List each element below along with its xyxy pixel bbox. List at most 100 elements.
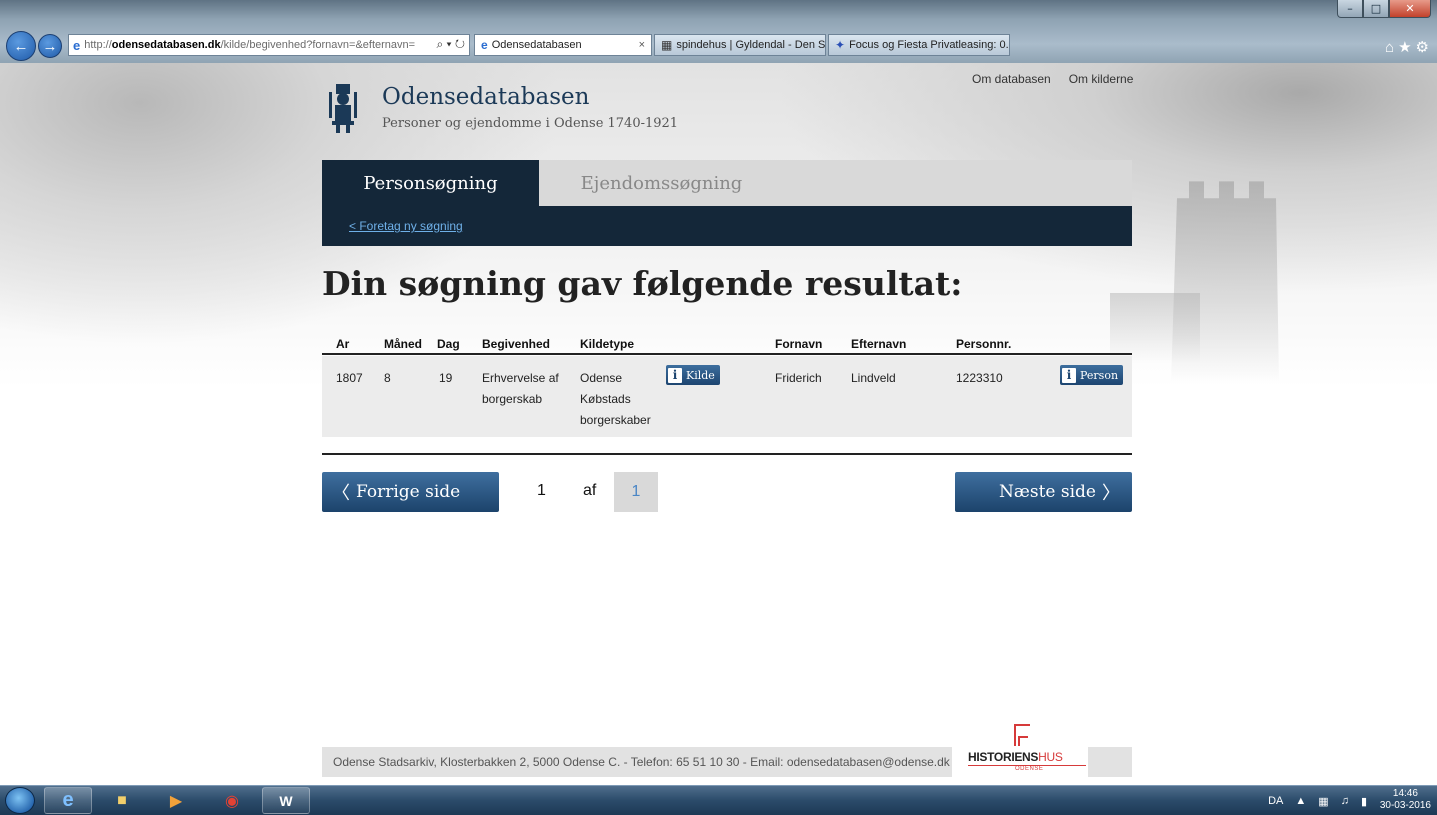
total-pages-number[interactable]: 1 bbox=[614, 472, 658, 512]
wordmark-part-2: HUS bbox=[1038, 750, 1063, 764]
kildetype-line: Købstads bbox=[580, 392, 631, 406]
browser-tab-focus-fiesta[interactable]: ✦ Focus og Fiesta Privatleasing: 0... bbox=[828, 34, 1010, 56]
header-personnr: Personnr. bbox=[956, 337, 1012, 351]
address-bar[interactable]: e http:// odensedatabasen.dk /kilde/begi… bbox=[68, 34, 470, 56]
taskbar-media-player[interactable]: ▶ bbox=[152, 787, 200, 814]
clock-date: 30-03-2016 bbox=[1379, 800, 1431, 811]
header-kildetype: Kildetype bbox=[580, 337, 635, 351]
link-om-databasen[interactable]: Om databasen bbox=[972, 72, 1051, 86]
person-button-label: Person bbox=[1080, 368, 1119, 382]
top-links: Om databasen Om kilderne bbox=[972, 72, 1133, 86]
tab-personsogning[interactable]: Personsøgning bbox=[322, 160, 539, 206]
url-host: odensedatabasen.dk bbox=[111, 39, 221, 51]
header-efternavn: Efternavn bbox=[851, 337, 907, 351]
current-page-number: 1 bbox=[537, 482, 546, 499]
cell-fornavn: Friderich bbox=[775, 371, 822, 385]
cell-ar: 1807 bbox=[336, 371, 363, 385]
minimize-button[interactable]: – bbox=[1337, 0, 1363, 18]
system-tray: DA ▲ ▦ ♫ ▮ bbox=[1268, 795, 1367, 808]
signal-icon[interactable]: ▮ bbox=[1361, 795, 1367, 808]
header-maaned: Måned bbox=[384, 337, 423, 351]
ie-tab-icon: e bbox=[481, 38, 488, 52]
odense-coat-of-arms-logo bbox=[329, 84, 357, 133]
chevron-left-icon: 〈 bbox=[332, 483, 350, 504]
previous-page-label: Forrige side bbox=[356, 482, 461, 502]
info-icon: i bbox=[1062, 367, 1076, 383]
url-path: /kilde/begivenhed?fornavn=&efternavn= bbox=[220, 39, 416, 51]
media-player-icon: ▶ bbox=[169, 792, 183, 810]
table-row: 1807 8 19 Erhvervelse af borgerskab Oden… bbox=[322, 356, 1132, 437]
site-title[interactable]: Odensedatabasen bbox=[382, 84, 589, 110]
info-icon: i bbox=[668, 367, 682, 383]
volume-icon[interactable]: ♫ bbox=[1341, 795, 1349, 808]
next-page-button[interactable]: Næste side 〉 bbox=[955, 472, 1132, 512]
folder-icon: ■ bbox=[117, 791, 127, 809]
tab-label: Odensedatabasen bbox=[491, 39, 582, 51]
taskbar-word[interactable]: W bbox=[262, 787, 310, 814]
link-om-kilderne[interactable]: Om kilderne bbox=[1069, 72, 1134, 86]
ie-page-icon: e bbox=[73, 37, 81, 53]
historiens-hus-wordmark: HISTORIENSHUS bbox=[968, 750, 1063, 764]
arrow-right-icon: → bbox=[42, 37, 58, 55]
tab-ejendomssogning[interactable]: Ejendomssøgning bbox=[539, 160, 784, 206]
word-icon: W bbox=[279, 792, 293, 809]
taskbar-file-explorer[interactable]: ■ bbox=[98, 787, 146, 814]
internet-explorer-icon: e bbox=[62, 789, 74, 811]
forward-button[interactable]: → bbox=[38, 34, 62, 58]
kildetype-line: Odense bbox=[580, 371, 623, 385]
taskbar-internet-explorer[interactable]: e bbox=[44, 787, 92, 814]
tab-label: spindehus | Gyldendal - Den St... bbox=[676, 39, 826, 51]
previous-page-button[interactable]: 〈 Forrige side bbox=[322, 472, 499, 512]
cell-efternavn: Lindveld bbox=[851, 371, 896, 385]
person-info-button[interactable]: i Person bbox=[1060, 365, 1124, 385]
header-fornavn: Fornavn bbox=[775, 337, 823, 351]
language-indicator[interactable]: DA bbox=[1268, 795, 1283, 808]
kildetype-line: borgerskaber bbox=[580, 413, 651, 427]
table-bottom-rule bbox=[322, 453, 1132, 455]
next-page-label: Næste side bbox=[999, 482, 1096, 502]
page-of-label: af bbox=[583, 482, 597, 499]
site-subtitle: Personer og ejendomme i Odense 1740-1921 bbox=[382, 116, 679, 131]
header-begivenhed: Begivenhed bbox=[482, 337, 551, 351]
begivenhed-line: Erhvervelse af bbox=[482, 371, 559, 385]
cell-begivenhed: Erhvervelse af borgerskab bbox=[482, 368, 559, 410]
wordmark-part-1: HISTORIENS bbox=[968, 750, 1039, 764]
cell-maaned: 8 bbox=[384, 371, 391, 385]
home-favorites-settings-icons[interactable]: ⌂★⚙ bbox=[1385, 38, 1433, 56]
arrow-left-icon: ← bbox=[13, 37, 29, 55]
browser-chrome: – □ ✕ ← → e http:// odensedatabasen.dk /… bbox=[0, 0, 1437, 63]
cell-kildetype: Odense Købstads borgerskaber bbox=[580, 368, 651, 431]
address-tools-icons[interactable]: ⌕ ▾ ↻ bbox=[433, 37, 465, 52]
historiens-hus-mark-inner-icon bbox=[1018, 736, 1028, 746]
kilde-info-button[interactable]: i Kilde bbox=[666, 365, 720, 385]
ford-tab-icon: ✦ bbox=[835, 38, 846, 52]
browser-tab-gyldendal[interactable]: ▦ spindehus | Gyldendal - Den St... bbox=[654, 34, 826, 56]
kilde-button-label: Kilde bbox=[686, 368, 715, 382]
new-search-link[interactable]: < Foretag ny søgning bbox=[349, 219, 463, 233]
tab-close-icon[interactable]: × bbox=[639, 39, 645, 51]
url-scheme: http:// bbox=[84, 39, 112, 51]
cell-dag: 19 bbox=[439, 371, 453, 385]
cell-personnr: 1223310 bbox=[956, 371, 1003, 385]
system-clock[interactable]: 14:46 30-03-2016 bbox=[1380, 788, 1431, 812]
header-dag: Dag bbox=[437, 337, 460, 351]
footer-contact-text: Odense Stadsarkiv, Klosterbakken 2, 5000… bbox=[333, 755, 950, 769]
browser-tab-odensedatabasen[interactable]: e Odensedatabasen × bbox=[474, 34, 652, 56]
taskbar-chrome[interactable]: ◉ bbox=[208, 787, 256, 814]
gyldendal-tab-icon: ▦ bbox=[661, 38, 673, 52]
network-icon[interactable]: ▦ bbox=[1318, 795, 1328, 808]
begivenhed-line: borgerskab bbox=[482, 392, 543, 406]
tray-expand-icon[interactable]: ▲ bbox=[1295, 795, 1306, 808]
wordmark-subtitle: ODENSE bbox=[1015, 766, 1044, 772]
windows-start-button[interactable] bbox=[5, 787, 35, 814]
chrome-icon: ◉ bbox=[225, 792, 239, 810]
maximize-button[interactable]: □ bbox=[1363, 0, 1389, 18]
window-controls: – □ ✕ bbox=[1337, 0, 1431, 18]
chevron-right-icon: 〉 bbox=[1102, 483, 1120, 504]
tab-label: Focus og Fiesta Privatleasing: 0... bbox=[849, 39, 1010, 51]
result-heading: Din søgning gav følgende resultat: bbox=[322, 264, 963, 303]
header-ar: Ar bbox=[336, 337, 350, 351]
results-table-header: Ar Måned Dag Begivenhed Kildetype Fornav… bbox=[322, 331, 1132, 355]
close-window-button[interactable]: ✕ bbox=[1389, 0, 1431, 18]
back-button[interactable]: ← bbox=[6, 31, 36, 61]
